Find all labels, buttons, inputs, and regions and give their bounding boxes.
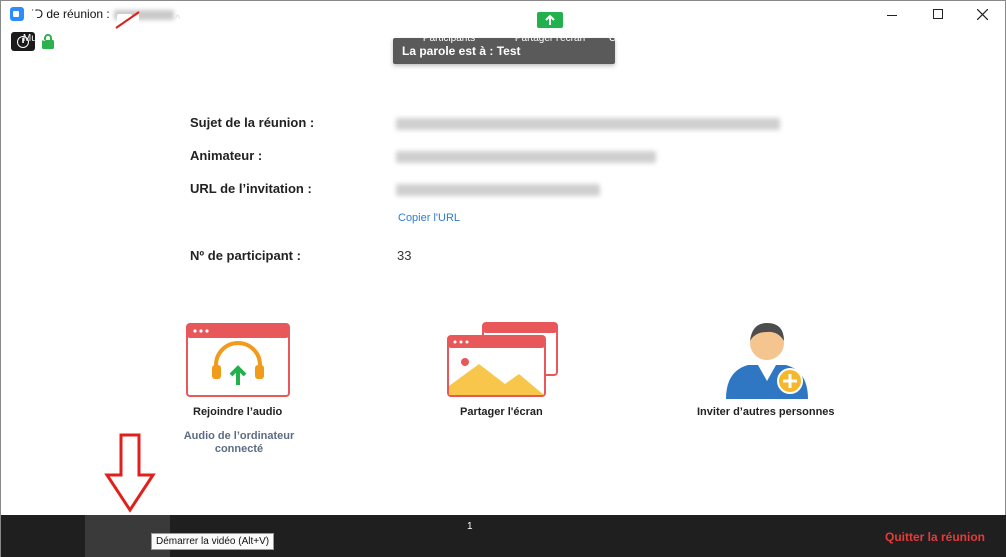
close-button[interactable] [959,1,1005,27]
add-user-icon [347,11,371,29]
minimize-button[interactable] [869,1,915,27]
microphone-icon [27,10,41,29]
invite-others-button[interactable] [722,319,812,401]
chat-bubble-icon [621,10,643,28]
invite-others-label[interactable]: Inviter d’autres personnes [697,406,835,418]
share-screen-tile-label[interactable]: Partager l'écran [460,406,543,418]
invite-url-label: URL de l’invitation : [190,181,312,196]
red-down-arrow-annotation [104,433,156,513]
add-person-icon [726,323,808,399]
invite-button[interactable]: Inviter [337,1,381,44]
audio-options-chevron-up-icon[interactable]: ^ [68,13,73,25]
start-video-button[interactable]: Démarrer vidéo [87,1,169,44]
record-button[interactable]: Enregistrer [675,1,733,44]
share-screen-tile-button[interactable] [447,322,559,398]
share-screen-button[interactable]: Partager l'écran [509,1,591,44]
subject-label: Sujet de la réunion : [190,115,315,130]
mute-button[interactable]: Muet [15,1,53,44]
maximize-button[interactable] [915,1,961,27]
start-video-tooltip: Démarrer la vidéo (Alt+V) [151,533,275,550]
invite-url-value-redacted [396,184,600,196]
host-value-redacted [396,151,656,163]
maximize-icon [933,9,943,19]
record-label: Enregistrer [679,33,729,44]
join-audio-button[interactable] [186,323,290,397]
start-video-label: Démarrer vidéo [93,33,163,44]
chat-label: Converser [608,33,656,44]
participant-id-value: 33 [397,248,412,263]
share-screen-label: Partager l'écran [514,33,586,44]
host-label: Animateur : [190,148,263,163]
video-camera-off-icon [115,11,140,29]
participants-label: Participants [422,33,476,44]
video-options-chevron-up-icon[interactable]: ^ [175,13,180,25]
mute-label: Muet [22,33,46,44]
participant-id-label: Nº de participant : [190,248,301,263]
subject-value-redacted [396,118,780,130]
participants-button[interactable]: Participants [417,1,481,44]
copy-url-link[interactable]: Copier l'URL [398,212,460,224]
close-icon [976,8,988,20]
chat-button[interactable]: Converser [605,1,659,44]
leave-meeting-button[interactable]: Quitter la réunion [885,530,985,544]
invite-label: Inviter [345,33,373,44]
join-audio-label[interactable]: Rejoindre l’audio [193,406,282,418]
record-icon [693,7,715,29]
participants-icon [436,11,462,29]
minimize-icon [887,14,897,16]
participants-count-badge: 1 [467,521,473,532]
zoom-meeting-window: ID de réunion : i La parole est à : Test… [0,0,1006,557]
join-audio-status: Audio de l’ordinateur connecté [183,430,295,455]
share-screen-arrow-icon [537,12,563,28]
